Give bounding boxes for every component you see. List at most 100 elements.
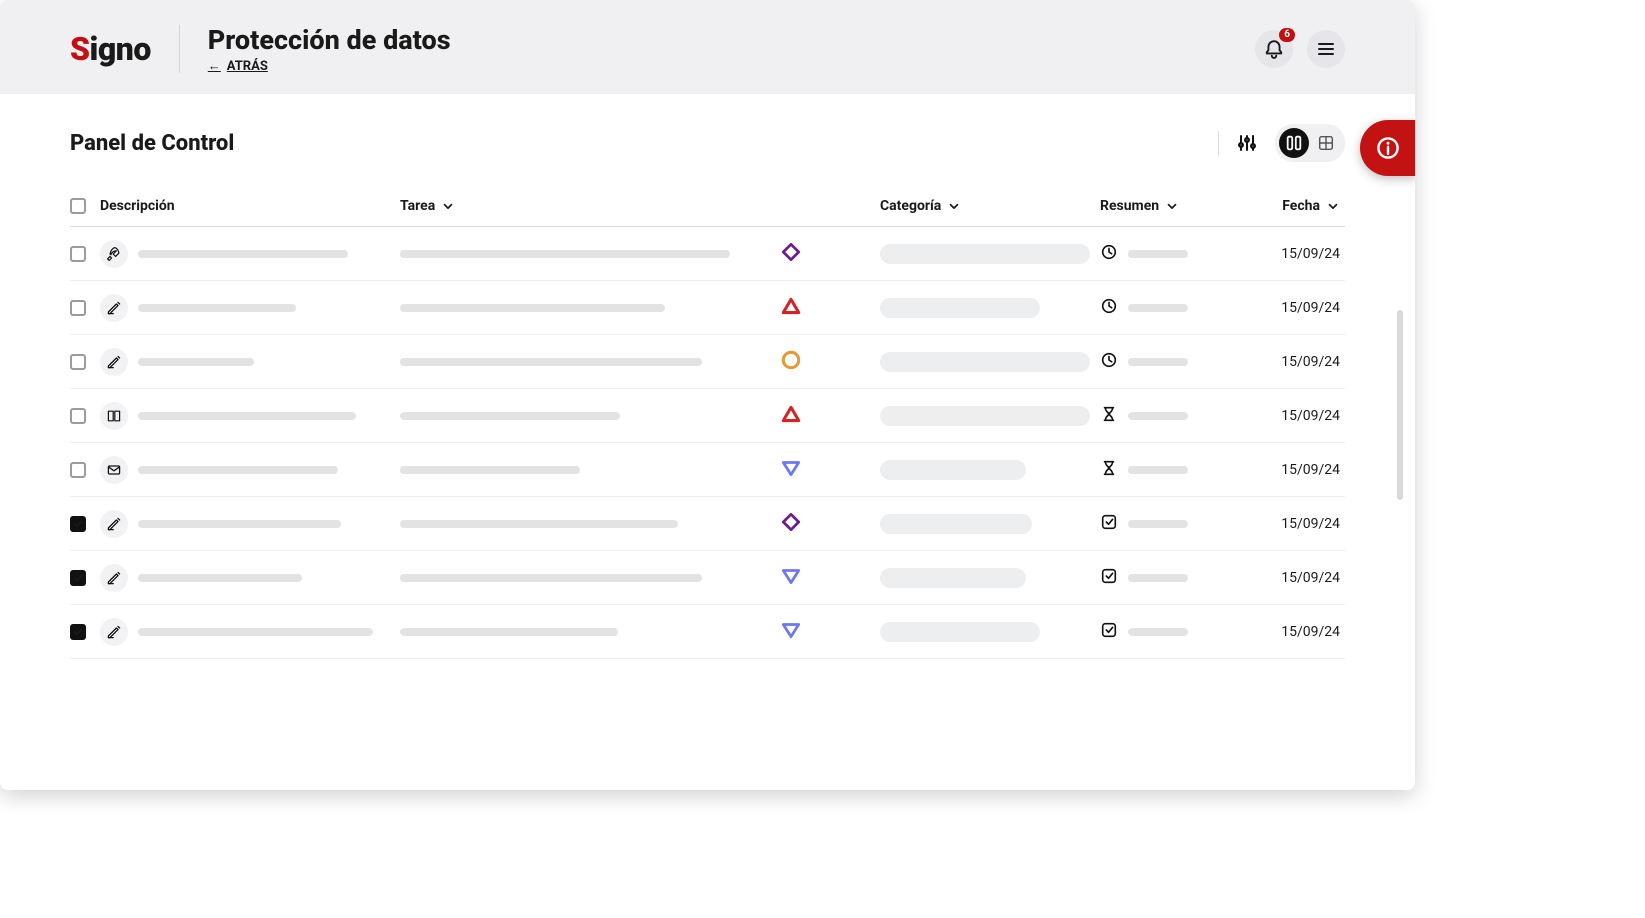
- status-check-icon: [1100, 621, 1118, 643]
- table-row[interactable]: 15/09/24: [70, 281, 1345, 335]
- summary-placeholder: [1128, 574, 1188, 582]
- column-resumen[interactable]: Resumen: [1100, 198, 1220, 214]
- row-checkbox[interactable]: [70, 300, 86, 316]
- table-row[interactable]: 15/09/24: [70, 497, 1345, 551]
- table-header-row: Descripción Tarea Categoría Resumen Fech…: [70, 186, 1345, 227]
- back-label: ATRÁS: [227, 59, 268, 74]
- summary-placeholder: [1128, 412, 1188, 420]
- row-checkbox[interactable]: [70, 624, 86, 640]
- panel-header: Panel de Control: [70, 124, 1345, 162]
- category-pill: [880, 622, 1040, 642]
- menu-button[interactable]: [1307, 30, 1345, 68]
- divider: [1218, 131, 1219, 155]
- description-placeholder: [138, 520, 341, 528]
- task-placeholder: [400, 250, 730, 258]
- task-placeholder: [400, 412, 620, 420]
- notifications-button[interactable]: 6: [1255, 30, 1293, 68]
- chevron-down-icon: [1165, 199, 1179, 213]
- priority-triangle-red-icon: [780, 403, 802, 429]
- back-link[interactable]: ← ATRÁS: [208, 58, 451, 74]
- table-row[interactable]: 15/09/24: [70, 443, 1345, 497]
- task-placeholder: [400, 358, 702, 366]
- app-window: Signo Protección de datos ← ATRÁS 6 Pane…: [0, 0, 1415, 790]
- brand-logo: Signo: [70, 30, 151, 68]
- task-placeholder: [400, 574, 702, 582]
- table-row[interactable]: 15/09/24: [70, 605, 1345, 659]
- summary-placeholder: [1128, 520, 1188, 528]
- pen-icon: [100, 564, 128, 592]
- row-checkbox[interactable]: [70, 462, 86, 478]
- status-check-icon: [1100, 513, 1118, 535]
- view-toolbar: [1218, 124, 1345, 162]
- category-pill: [880, 460, 1026, 480]
- category-pill: [880, 406, 1090, 426]
- status-check-icon: [1100, 567, 1118, 589]
- filters-button[interactable]: [1233, 129, 1261, 157]
- description-placeholder: [138, 304, 296, 312]
- date-value: 15/09/24: [1281, 570, 1340, 586]
- column-categoria[interactable]: Categoría: [880, 198, 1100, 214]
- table: Descripción Tarea Categoría Resumen Fech…: [70, 186, 1345, 780]
- columns-icon: [1285, 134, 1303, 152]
- select-all-header[interactable]: [70, 198, 100, 214]
- help-fab[interactable]: [1360, 120, 1415, 176]
- summary-placeholder: [1128, 250, 1188, 258]
- row-checkbox[interactable]: [70, 246, 86, 262]
- date-value: 15/09/24: [1281, 408, 1340, 424]
- status-hourglass-icon: [1100, 405, 1118, 427]
- chevron-down-icon: [441, 199, 455, 213]
- priority-tri-down-blue-icon: [780, 457, 802, 483]
- title-block: Protección de datos ← ATRÁS: [208, 24, 451, 74]
- pen-icon: [100, 294, 128, 322]
- brand-right: igno: [90, 30, 151, 68]
- info-icon: [1376, 136, 1400, 160]
- scrollbar[interactable]: [1397, 310, 1403, 500]
- date-value: 15/09/24: [1281, 462, 1340, 478]
- date-value: 15/09/24: [1281, 300, 1340, 316]
- view-columns-button[interactable]: [1279, 128, 1309, 158]
- view-grid-button[interactable]: [1311, 128, 1341, 158]
- table-row[interactable]: 15/09/24: [70, 389, 1345, 443]
- chevron-down-icon: [947, 199, 961, 213]
- row-checkbox[interactable]: [70, 570, 86, 586]
- column-tarea[interactable]: Tarea: [400, 198, 780, 214]
- divider: [179, 25, 180, 73]
- table-row[interactable]: 15/09/24: [70, 551, 1345, 605]
- book-icon: [100, 402, 128, 430]
- task-placeholder: [400, 304, 665, 312]
- date-value: 15/09/24: [1281, 246, 1340, 262]
- topbar-actions: 6: [1255, 30, 1345, 68]
- row-checkbox[interactable]: [70, 354, 86, 370]
- sliders-icon: [1237, 133, 1257, 153]
- priority-tri-down-blue-icon: [780, 565, 802, 591]
- task-placeholder: [400, 466, 580, 474]
- table-row[interactable]: 15/09/24: [70, 335, 1345, 389]
- menu-icon: [1316, 39, 1336, 59]
- arrow-left-icon: ←: [208, 58, 221, 74]
- status-clock-icon: [1100, 351, 1118, 373]
- category-pill: [880, 514, 1032, 534]
- pen-icon: [100, 510, 128, 538]
- row-checkbox[interactable]: [70, 408, 86, 424]
- notification-badge: 6: [1279, 28, 1295, 42]
- category-pill: [880, 568, 1026, 588]
- task-placeholder: [400, 520, 678, 528]
- brand-left: S: [70, 30, 90, 68]
- view-switcher: [1275, 124, 1345, 162]
- category-pill: [880, 352, 1090, 372]
- summary-placeholder: [1128, 466, 1188, 474]
- description-placeholder: [138, 628, 373, 636]
- row-checkbox[interactable]: [70, 516, 86, 532]
- mail-icon: [100, 456, 128, 484]
- priority-tri-down-blue-icon: [780, 619, 802, 645]
- column-descripcion[interactable]: Descripción: [100, 198, 400, 214]
- select-all-checkbox[interactable]: [70, 198, 86, 214]
- main-panel: Panel de Control: [0, 94, 1415, 790]
- pen-icon: [100, 618, 128, 646]
- panel-title: Panel de Control: [70, 131, 234, 156]
- grid-icon: [1317, 134, 1335, 152]
- status-hourglass-icon: [1100, 459, 1118, 481]
- column-fecha[interactable]: Fecha: [1220, 198, 1340, 214]
- table-row[interactable]: 15/09/24: [70, 227, 1345, 281]
- pen-icon: [100, 348, 128, 376]
